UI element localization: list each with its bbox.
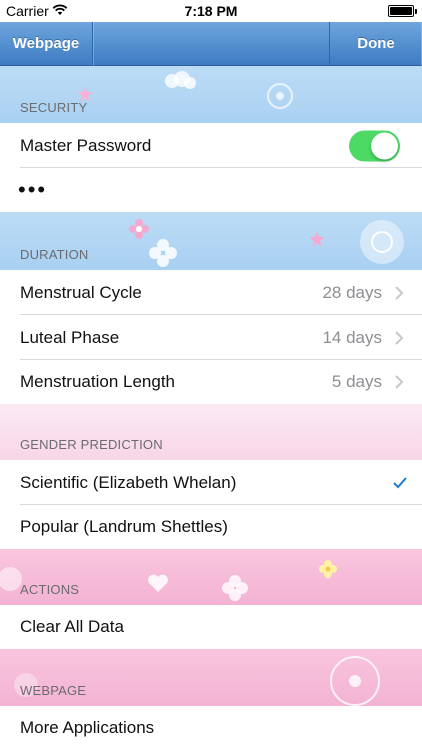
large-flower-outline-icon xyxy=(330,656,380,706)
section-header-security: SECURITY xyxy=(20,100,88,115)
section-band-gender: GENDER PREDICTION xyxy=(0,404,422,460)
luteal-phase-row[interactable]: Luteal Phase 14 days xyxy=(0,315,422,360)
webpage-button[interactable]: Webpage xyxy=(0,22,93,66)
white-flower-icon xyxy=(222,575,248,601)
section-header-webpage: WEBPAGE xyxy=(20,683,87,698)
more-applications-label: More Applications xyxy=(20,718,155,737)
master-password-toggle[interactable] xyxy=(349,130,400,161)
pink-star-icon xyxy=(309,231,325,247)
password-field-row[interactable]: ••• xyxy=(0,168,422,212)
section-band-security: SECURITY xyxy=(0,67,422,123)
menstrual-cycle-row[interactable]: Menstrual Cycle 28 days xyxy=(0,270,422,315)
done-button[interactable]: Done xyxy=(329,22,422,66)
large-flower-outline-icon xyxy=(360,220,404,264)
clear-all-data-row[interactable]: Clear All Data xyxy=(0,605,422,649)
row-label: Popular (Landrum Shettles) xyxy=(20,517,228,536)
clock: 7:18 PM xyxy=(184,3,238,19)
row-value: 28 days xyxy=(322,282,382,302)
menstruation-length-row[interactable]: Menstruation Length 5 days xyxy=(0,360,422,404)
section-header-duration: DURATION xyxy=(20,247,89,262)
flower-outline-icon xyxy=(267,83,293,109)
section-header-actions: ACTIONS xyxy=(20,582,80,597)
section-band-duration: DURATION xyxy=(0,212,422,270)
battery-tip xyxy=(415,9,417,14)
section-header-gender: GENDER PREDICTION xyxy=(20,437,163,452)
gender-option-popular[interactable]: Popular (Landrum Shettles) xyxy=(0,505,422,549)
row-value: 14 days xyxy=(322,327,382,347)
status-bar: Carrier 7:18 PM xyxy=(0,0,422,22)
row-label: Menstruation Length xyxy=(20,372,175,391)
more-applications-row[interactable]: More Applications xyxy=(0,706,422,750)
master-password-label: Master Password xyxy=(20,135,152,155)
section-band-webpage: WEBPAGE xyxy=(0,649,422,706)
gender-option-scientific[interactable]: Scientific (Elizabeth Whelan) xyxy=(0,460,422,505)
row-label: Luteal Phase xyxy=(20,327,120,347)
master-password-row: Master Password xyxy=(0,123,422,168)
clear-all-data-label: Clear All Data xyxy=(20,617,124,636)
row-label: Menstrual Cycle xyxy=(20,282,142,302)
chevron-right-icon xyxy=(395,330,404,345)
settings-list[interactable]: SECURITY Master Password ••• DURATION Me… xyxy=(0,67,422,750)
yellow-flower-icon xyxy=(319,560,337,578)
battery-icon xyxy=(388,5,414,17)
password-field[interactable]: ••• xyxy=(18,177,47,203)
chevron-right-icon xyxy=(395,375,404,389)
chevron-right-icon xyxy=(395,285,404,300)
heart-icon xyxy=(148,574,168,592)
navigation-bar: Webpage Done xyxy=(0,22,422,66)
section-band-actions: ACTIONS xyxy=(0,549,422,605)
toggle-knob xyxy=(371,132,398,159)
white-flower-icon xyxy=(149,239,177,267)
pink-flower-icon xyxy=(129,219,149,239)
row-value: 5 days xyxy=(331,372,382,391)
checkmark-icon xyxy=(393,476,407,488)
flower-decoration-icon xyxy=(165,71,196,89)
row-label: Scientific (Elizabeth Whelan) xyxy=(20,472,237,492)
